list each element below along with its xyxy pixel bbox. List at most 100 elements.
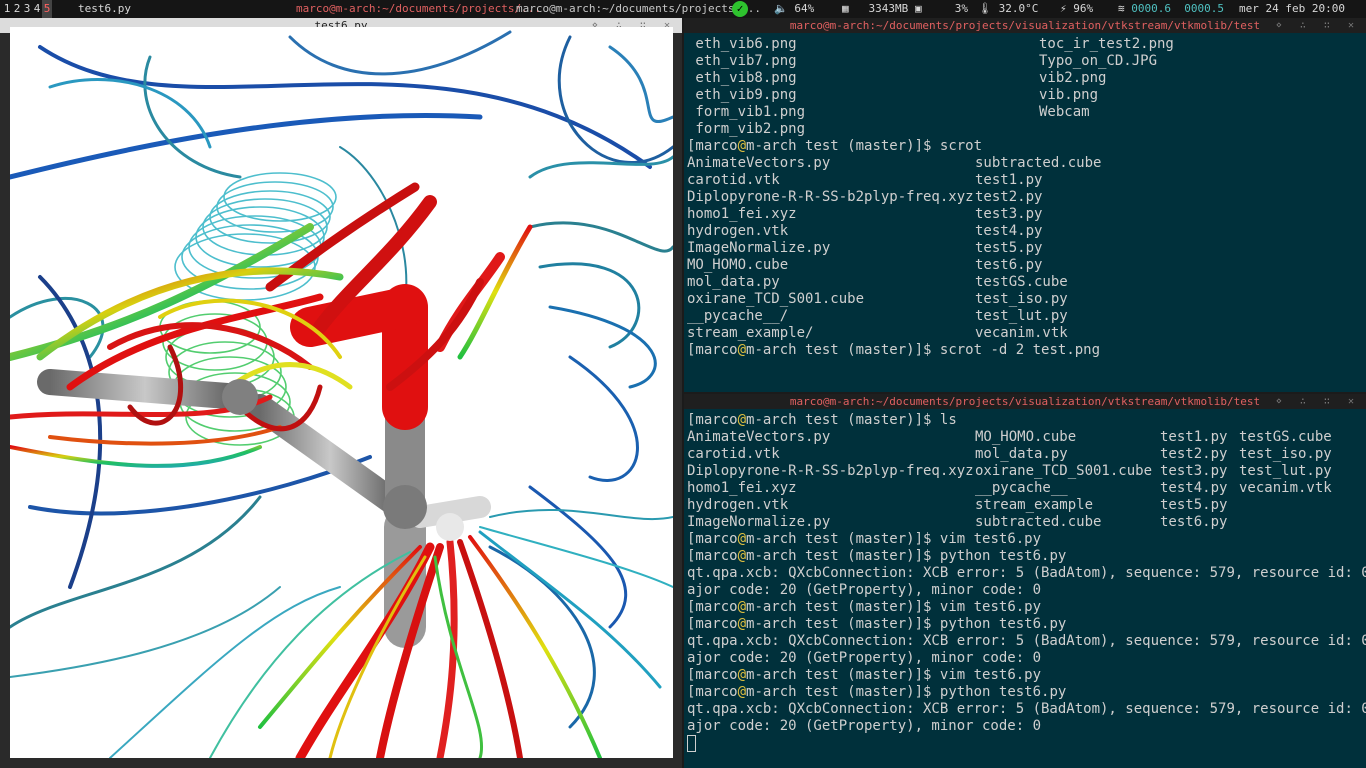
file-entry: vib.png [1039,87,1099,103]
file-entry: test6.py [975,257,1043,273]
output-line: qt.qpa.xcb: QXcbConnection: XCB error: 5… [687,633,1366,649]
file-entry: stream_example/ [687,325,814,341]
workspace-2[interactable]: 2 [12,0,22,18]
file-entry: MO_HOMO.cube [687,257,789,273]
file-entry: subtracted.cube [975,514,1102,530]
window-controls[interactable]: ⋄ ∴ ∷ ✕ [1276,394,1360,409]
file-entry: test2.py [1160,446,1228,462]
file-entry: vib2.png [1039,70,1107,86]
vtk-render-canvas[interactable] [10,27,673,758]
prompt-user: [marco [687,616,738,632]
network-widget: ≋ 0000.6 0000.5 [1118,0,1224,18]
command-text: vim test6.py [939,599,1042,615]
file-entry: oxirane_TCD_S001.cube [975,463,1153,479]
file-entry: carotid.vtk [687,446,780,462]
clock[interactable]: mer 24 feb 20:00 [1239,0,1345,18]
prompt-at: @ [737,616,747,632]
cursor-line [687,735,1366,752]
output-line: ajor code: 20 (GetProperty), minor code:… [687,718,1042,734]
window-controls[interactable]: ⋄ ∴ ∷ ✕ [1276,18,1360,33]
prompt-user: [marco [687,342,738,358]
command-text: python test6.py [939,548,1067,564]
listing-row: __pycache__/ test_lut.py [687,308,1366,325]
prompt-at: @ [737,342,747,358]
file-entry: hydrogen.vtk [687,497,789,513]
prompt-at: @ [737,412,747,428]
file-entry: MO_HOMO.cube [975,429,1077,445]
taskbar-item-terminal-2[interactable]: marco@m-arch:~/documents/projects/... [516,0,761,18]
prompt-line: [marco@m-arch test (master)]$ vim test6.… [687,667,1366,684]
listing-row: carotid.vtk mol_data.py test2.py test_iso.p… [687,446,1366,463]
terminal-top-title: marco@m-arch:~/documents/projects/visual… [789,19,1261,32]
cpu-value: 3% [954,2,968,15]
listing-row: MO_HOMO.cube test6.py [687,257,1366,274]
prompt-rest: m-arch test (master)]$ [746,412,940,428]
listing-row: eth_vib6.png toc_ir_test2.png [687,36,1366,53]
output-line: ajor code: 20 (GetProperty), minor code:… [687,582,1042,598]
file-entry: eth_vib8.png [687,70,797,86]
prompt-rest: m-arch test (master)]$ [746,531,940,547]
workspace-3[interactable]: 3 [22,0,32,18]
prompt-at: @ [737,548,747,564]
cpu-widget: ▣ 3% [915,0,968,18]
temperature-widget: 🌡 32.0°C [978,0,1038,18]
file-entry: __pycache__/ [687,308,789,324]
file-entry: test_iso.py [975,291,1068,307]
battery-value: 96% [1073,2,1094,15]
file-entry: ImageNormalize.py [687,514,831,530]
prompt-at: @ [737,138,747,154]
file-entry: form_vib1.png [687,104,806,120]
prompt-rest: m-arch test (master)]$ [746,342,940,358]
prompt-at: @ [737,667,747,683]
prompt-user: [marco [687,548,738,564]
prompt-user: [marco [687,599,738,615]
prompt-rest: m-arch test (master)]$ [746,684,940,700]
file-entry: test4.py [1160,480,1228,496]
terminal-bottom-titlebar[interactable]: marco@m-arch:~/documents/projects/visual… [684,394,1366,409]
wifi-icon: ≋ [1118,2,1125,15]
taskbar-item-terminal-1[interactable]: marco@m-arch:~/documents/projects/... [296,0,541,18]
workspace-4[interactable]: 4 [32,0,42,18]
terminal-window-bottom[interactable]: marco@m-arch:~/documents/projects/visual… [684,394,1366,768]
memory-widget: ▦ 3343MB [842,0,908,18]
file-entry: Webcam [1039,104,1090,120]
workspace-1[interactable]: 1 [2,0,12,18]
prompt-line: [marco@m-arch test (master)]$ vim test6.… [687,531,1366,548]
terminal-bottom-output[interactable]: [marco@m-arch test (master)]$ ls AnimateV… [687,412,1366,768]
listing-row: AnimateVectors.py subtracted.cube [687,155,1366,172]
file-entry: AnimateVectors.py [687,155,831,171]
terminal-top-output[interactable]: eth_vib6.png toc_ir_test2.png eth_vib7.pn… [687,36,1366,392]
net-down-value: 0000.6 [1131,2,1171,15]
command-text: vim test6.py [939,531,1042,547]
terminal-cursor[interactable] [687,735,696,752]
net-up-value: 0000.5 [1184,2,1224,15]
prompt-rest: m-arch test (master)]$ [746,616,940,632]
file-entry: subtracted.cube [975,155,1102,171]
terminal-top-titlebar[interactable]: marco@m-arch:~/documents/projects/visual… [684,18,1366,33]
workspace-5[interactable]: 5 [42,0,52,18]
command-text: python test6.py [939,616,1067,632]
listing-row: eth_vib7.png Typo_on_CD.JPG [687,53,1366,70]
prompt-at: @ [737,531,747,547]
file-entry: test3.py [1160,463,1228,479]
command-text: scrot [939,138,983,154]
hydrogen-atom [436,513,464,541]
file-entry: vecanim.vtk [975,325,1068,341]
listing-row: AnimateVectors.py MO_HOMO.cube test1.py tes… [687,429,1366,446]
file-entry: toc_ir_test2.png [1039,36,1174,52]
listing-row: hydrogen.vtk stream_example test5.py [687,497,1366,514]
prompt-rest: m-arch test (master)]$ [746,138,940,154]
top-status-bar: 12345 test6.py marco@m-arch:~/documents/… [0,0,1366,18]
volume-widget[interactable]: 🔈 64% [774,0,814,18]
prompt-line: [marco@m-arch test (master)]$ ls [687,412,1366,429]
terminal-window-top[interactable]: marco@m-arch:~/documents/projects/visual… [684,18,1366,392]
memory-icon: ▦ [842,2,849,15]
prompt-line: [marco@m-arch test (master)]$ scrot [687,138,1366,155]
listing-row: stream_example/vecanim.vtk [687,325,1366,342]
listing-row: ImageNormalize.py subtracted.cube test6.py [687,514,1366,531]
file-entry: test1.py [1160,429,1228,445]
listing-row: carotid.vtk test1.py [687,172,1366,189]
prompt-line: [marco@m-arch test (master)]$ python tes… [687,548,1366,565]
battery-icon: ⚡ [1060,2,1067,15]
prompt-user: [marco [687,531,738,547]
